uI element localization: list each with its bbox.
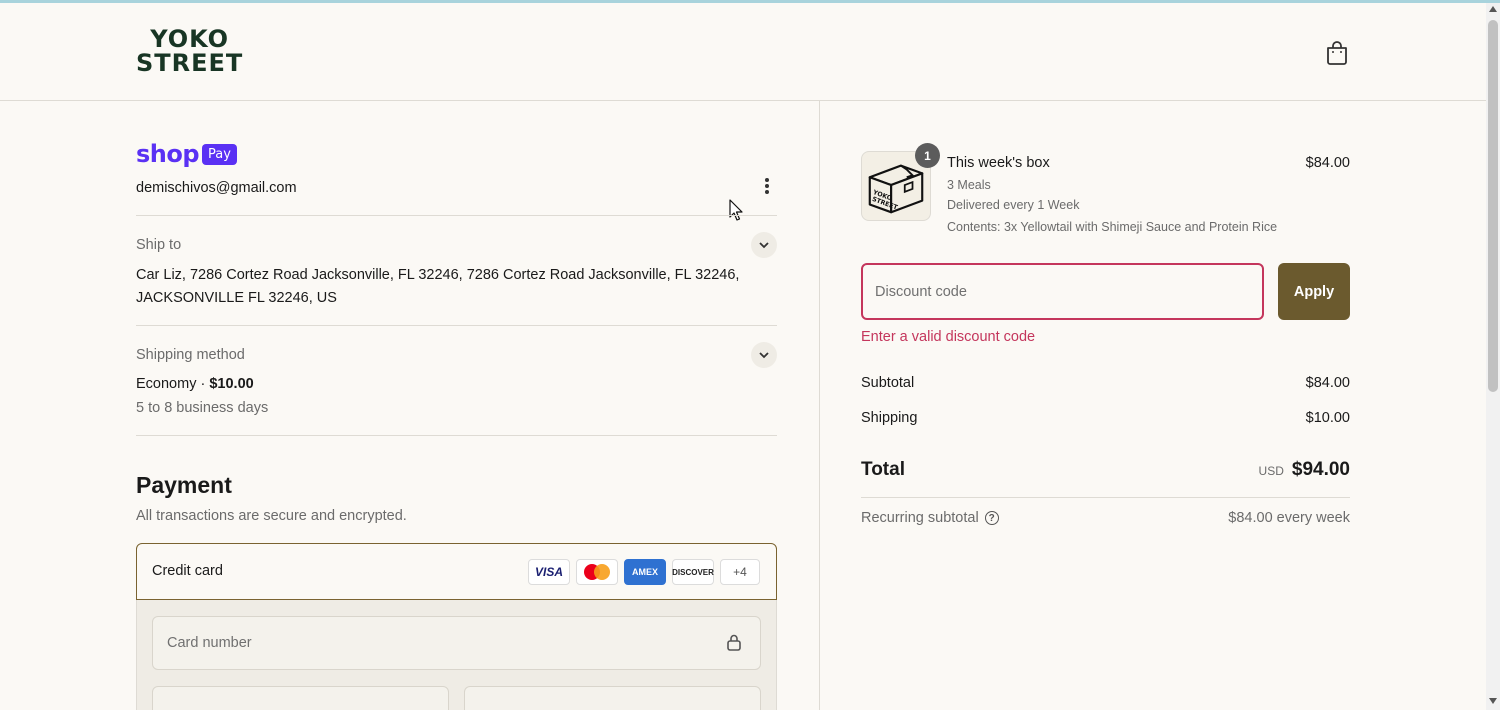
- more-cards-badge[interactable]: +4: [720, 559, 760, 585]
- help-circle-icon[interactable]: ?: [984, 511, 999, 525]
- shipping-method-label: Shipping method: [136, 347, 245, 363]
- credit-card-label: Credit card: [152, 563, 223, 579]
- divider: [861, 497, 1350, 498]
- lock-icon: [727, 634, 741, 651]
- item-price: $84.00: [1305, 155, 1350, 171]
- divider: [136, 215, 777, 216]
- amex-icon: AMEX: [624, 559, 666, 585]
- security-code-field[interactable]: [464, 686, 761, 710]
- shipping-label: Shipping: [861, 410, 918, 426]
- shipping-method-expand-button[interactable]: [751, 342, 777, 368]
- total-value-group: USD $94.00: [1259, 459, 1350, 481]
- shoppay-pay-badge: Pay: [202, 143, 237, 165]
- discover-icon: DISCOVER: [672, 559, 714, 585]
- column-divider: [819, 101, 820, 710]
- recurring-subtotal-label-group: Recurring subtotal ?: [861, 510, 999, 526]
- credit-card-option[interactable]: Credit card VISA AMEX DISCOVER +4: [136, 543, 777, 600]
- logo-line-1: YOKO: [150, 25, 230, 53]
- divider: [136, 435, 777, 436]
- expiration-date-field[interactable]: [152, 686, 449, 710]
- more-options-icon[interactable]: [760, 176, 774, 198]
- chevron-down-icon: [759, 242, 769, 249]
- scroll-down-arrow-icon[interactable]: [1489, 698, 1497, 704]
- shopping-bag-icon[interactable]: [1325, 40, 1349, 66]
- total-label: Total: [861, 459, 905, 480]
- shipping-separator: ·: [200, 376, 206, 392]
- item-delivery: Delivered every 1 Week: [947, 198, 1080, 212]
- quantity-badge: 1: [915, 143, 940, 168]
- apply-discount-button[interactable]: Apply: [1278, 263, 1350, 320]
- visa-icon: VISA: [528, 559, 570, 585]
- header: YOKO STREET: [0, 3, 1486, 101]
- scroll-up-arrow-icon[interactable]: [1489, 6, 1497, 12]
- shoppay-logo: shop Pay: [136, 140, 237, 168]
- recurring-subtotal-value: $84.00 every week: [1228, 510, 1350, 526]
- item-meals: 3 Meals: [947, 178, 991, 192]
- shipping-method-price: $10.00: [209, 376, 254, 392]
- discount-code-input[interactable]: [863, 265, 1262, 318]
- mouse-cursor-icon: [729, 199, 743, 221]
- card-number-field[interactable]: [152, 616, 761, 670]
- total-currency: USD: [1258, 464, 1284, 478]
- divider: [136, 325, 777, 326]
- item-name: This week's box: [947, 155, 1050, 171]
- ship-to-label: Ship to: [136, 237, 182, 253]
- subtotal-value: $84.00: [1305, 375, 1350, 391]
- shipping-method-name: Economy: [136, 376, 197, 392]
- shipping-method-days: 5 to 8 business days: [136, 400, 269, 416]
- shipping-value: $10.00: [1305, 410, 1350, 426]
- chevron-down-icon: [759, 352, 769, 359]
- mastercard-icon: [576, 559, 618, 585]
- store-logo[interactable]: YOKO STREET: [136, 27, 243, 75]
- payment-title: Payment: [136, 472, 232, 498]
- card-brands: VISA AMEX DISCOVER +4: [528, 559, 760, 585]
- account-email: demischivos@gmail.com: [136, 180, 297, 196]
- scrollbar-thumb[interactable]: [1488, 20, 1498, 392]
- shipping-method-summary: Economy · $10.00: [136, 376, 254, 392]
- discount-error-message: Enter a valid discount code: [861, 329, 1036, 345]
- card-number-input[interactable]: [153, 617, 760, 669]
- item-contents: Contents: 3x Yellowtail with Shimeji Sau…: [947, 220, 1278, 234]
- payment-subtitle: All transactions are secure and encrypte…: [136, 508, 407, 524]
- ship-to-address: Car Liz, 7286 Cortez Road Jacksonville, …: [136, 267, 740, 306]
- logo-line-2: STREET: [136, 49, 244, 77]
- recurring-subtotal-label: Recurring subtotal: [861, 510, 979, 526]
- ship-to-expand-button[interactable]: [751, 232, 777, 258]
- credit-card-form: [136, 600, 777, 710]
- discount-field[interactable]: [861, 263, 1264, 320]
- total-amount: $94.00: [1291, 459, 1350, 480]
- shoppay-shop-text: shop: [136, 140, 200, 168]
- subtotal-label: Subtotal: [861, 375, 915, 391]
